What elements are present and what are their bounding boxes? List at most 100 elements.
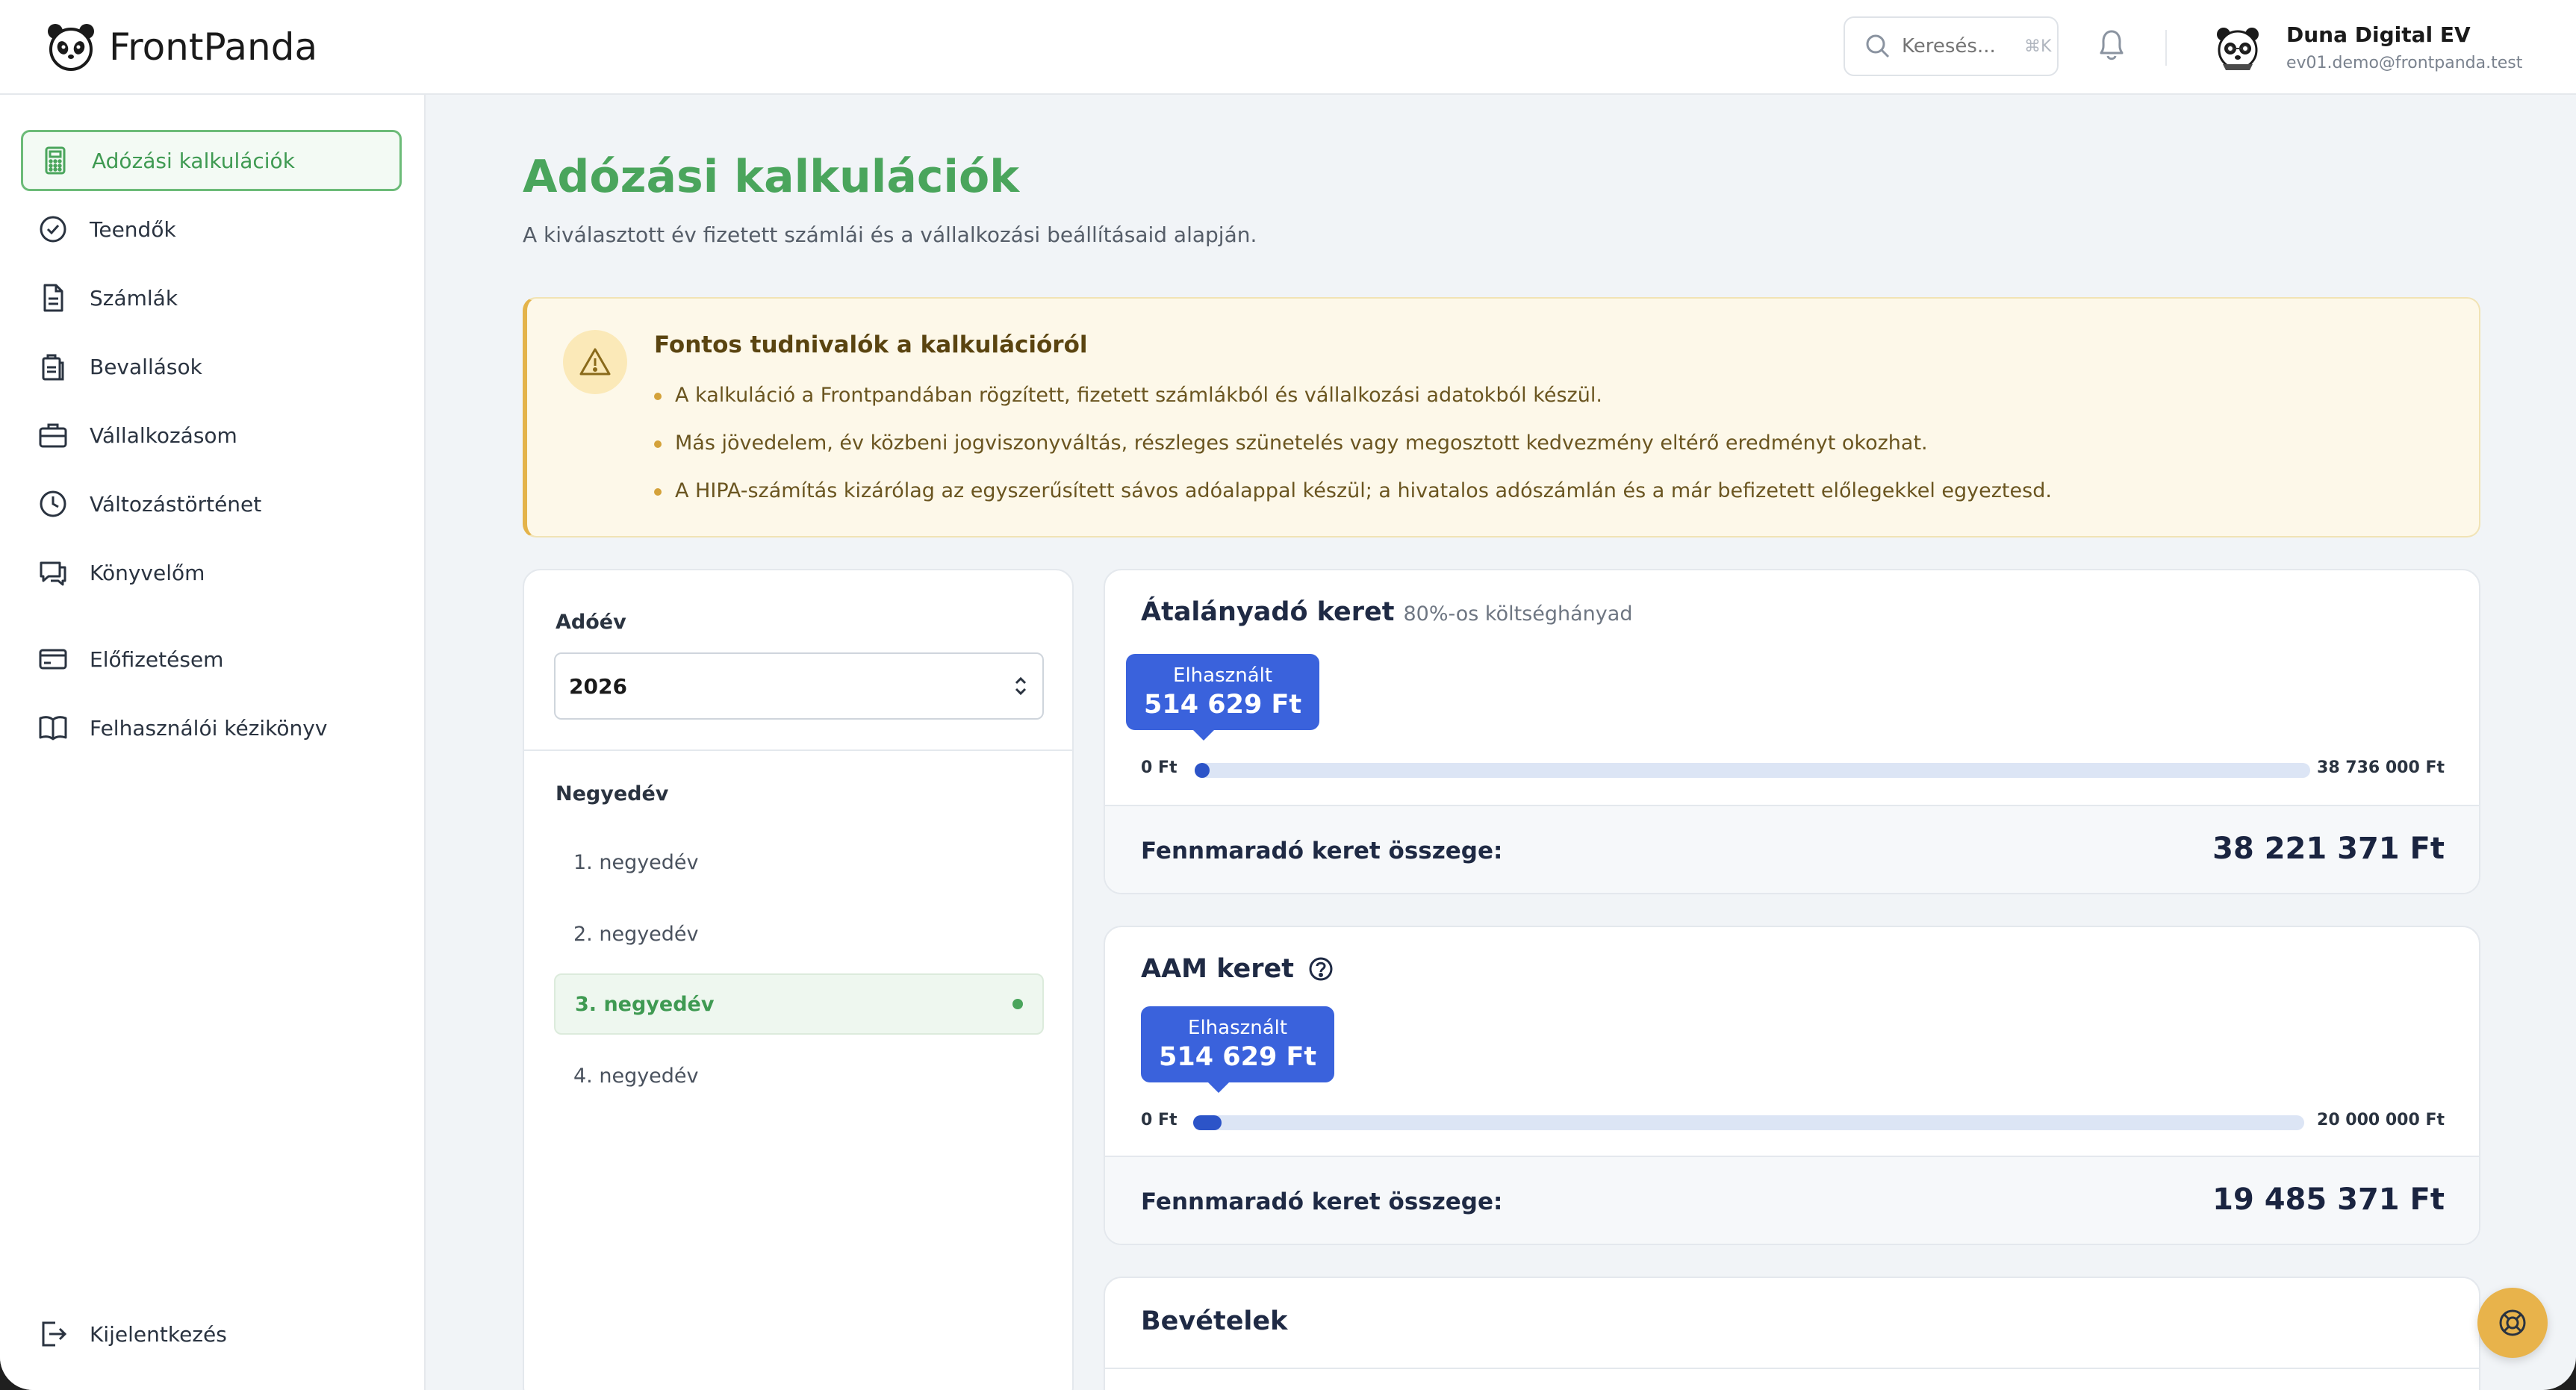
used-tooltip: Elhasznált 514 629 Ft (1126, 654, 1320, 741)
sidebar-item-label: Teendők (90, 216, 176, 242)
card-footer: Fennmaradó keret összege: 19 485 371 Ft (1105, 1156, 2479, 1244)
lifebuoy-icon (2499, 1309, 2526, 1336)
search-input[interactable] (1902, 35, 2014, 57)
page-title: Adózási kalkulációk (523, 151, 1020, 203)
book-icon (39, 716, 67, 741)
document-icon (43, 284, 63, 312)
quarter-option-3[interactable]: 3. negyedév (554, 973, 1044, 1035)
progress-track (1193, 1115, 2304, 1130)
notice-banner: Fontos tudnivalók a kalkulációról A kalk… (523, 297, 2480, 537)
search-shortcut: ⌘K (2024, 37, 2052, 56)
bar-max-label: 38 736 000 Ft (2317, 758, 2445, 777)
logo-text: FrontPanda (109, 25, 318, 69)
sidebar-item-vallalkozasom[interactable]: Vállalkozásom (21, 405, 402, 466)
progress-track (1195, 763, 2310, 778)
card-title: AAM keret (1141, 954, 1334, 984)
card-title-text: AAM keret (1141, 954, 1294, 984)
filter-panel: Adóév 2026 Negyedév 1. negyedév 2. negye… (523, 569, 1074, 1390)
credit-card-icon (39, 649, 67, 670)
year-label: Adóév (556, 611, 626, 634)
quarter-option-1[interactable]: 1. negyedév (554, 832, 1044, 893)
warning-icon (579, 348, 611, 375)
sidebar-item-konyvelom[interactable]: Könyvelőm (21, 542, 402, 603)
notice-item: A HIPA-számítás kizárólag az egyszerűsít… (654, 476, 2052, 524)
quarter-label: Negyedév (556, 782, 669, 805)
search-icon (1866, 34, 1890, 58)
bell-icon[interactable] (2095, 26, 2128, 63)
card-title: Bevételek (1141, 1306, 1288, 1336)
sidebar-item-adozasi-kalkulaciok[interactable]: Adózási kalkulációk (21, 130, 402, 191)
used-value: 514 629 Ft (1144, 690, 1302, 720)
sidebar-item-felhasznaloi-kezikonyv[interactable]: Felhasználói kézikönyv (21, 697, 402, 758)
notice-item: Más jövedelem, év közbeni jogviszonyvált… (654, 428, 2052, 476)
progress-fill (1193, 1115, 1222, 1130)
used-tooltip: Elhasznált 514 629 Ft (1141, 1006, 1335, 1093)
top-header: FrontPanda ⌘K Duna Digital EV (0, 0, 2576, 95)
notice-title: Fontos tudnivalók a kalkulációról (654, 331, 1088, 358)
chat-icon (40, 561, 66, 586)
sidebar-item-valtozastortenet[interactable]: Változástörténet (21, 473, 402, 535)
sidebar-item-teendok[interactable]: Teendők (21, 199, 402, 260)
user-email: ev01.demo@frontpanda.test (2286, 54, 2523, 72)
calculator-icon (45, 146, 66, 175)
clipboard-icon (42, 354, 64, 381)
card-title: Átalányadó keret 80%-os költséghányad (1141, 597, 1632, 627)
card-title-text: Átalányadó keret (1141, 597, 1395, 627)
filter-divider (524, 749, 1072, 751)
sidebar-item-label: Számlák (90, 285, 178, 311)
logout-button[interactable]: Kijelentkezés (21, 1303, 402, 1365)
sidebar-item-elofizetesem[interactable]: Előfizetésem (21, 629, 402, 690)
sidebar-item-szamlak[interactable]: Számlák (21, 267, 402, 328)
sidebar-item-label: Felhasználói kézikönyv (90, 715, 328, 741)
page-subtitle: A kiválasztott év fizetett számlái és a … (523, 222, 1257, 247)
header-divider (2165, 30, 2167, 66)
remaining-label: Fennmaradó keret összege: (1141, 1188, 1503, 1215)
sidebar-item-label: Könyvelőm (90, 560, 205, 585)
card-subtitle: 80%-os költséghányad (1403, 602, 1633, 626)
help-circle-icon[interactable] (1307, 956, 1334, 982)
logo[interactable]: FrontPanda (45, 21, 317, 73)
sidebar-item-label: Változástörténet (90, 491, 262, 517)
bevetelek-card: Bevételek (1104, 1277, 2480, 1390)
used-value: 514 629 Ft (1159, 1042, 1317, 1072)
briefcase-icon (39, 423, 67, 448)
logout-label: Kijelentkezés (90, 1321, 227, 1347)
user-name[interactable]: Duna Digital EV (2286, 22, 2471, 47)
remaining-label: Fennmaradó keret összege: (1141, 838, 1503, 864)
atalanyado-keret-card: Átalányadó keret 80%-os költséghányad Elh… (1104, 569, 2480, 894)
quarter-option-label: 2. negyedév (573, 922, 699, 946)
quarter-option-4[interactable]: 4. negyedév (554, 1045, 1044, 1106)
search-box[interactable]: ⌘K (1844, 16, 2059, 76)
card-divider (1105, 1368, 2479, 1369)
panda-logo-icon (48, 24, 94, 71)
notice-icon-badge (563, 330, 627, 394)
chevron-up-down-icon (1015, 676, 1027, 696)
progress-fill (1195, 763, 1210, 778)
quarter-option-2[interactable]: 2. negyedév (554, 903, 1044, 964)
avatar[interactable] (2214, 24, 2262, 72)
aam-keret-card: AAM keret Elhasznált 514 629 Ft 0 Ft 20 … (1104, 926, 2480, 1245)
bar-min-label: 0 Ft (1141, 1111, 1177, 1129)
sidebar-item-label: Adózási kalkulációk (92, 148, 295, 173)
selected-indicator-dot (1012, 999, 1023, 1009)
bar-max-label: 20 000 000 Ft (2317, 1111, 2445, 1129)
bar-min-label: 0 Ft (1141, 758, 1177, 777)
remaining-value: 19 485 371 Ft (2212, 1182, 2445, 1217)
card-footer: Fennmaradó keret összege: 38 221 371 Ft (1105, 805, 2479, 893)
quarter-option-label: 3. negyedév (575, 992, 715, 1016)
quarter-option-label: 4. negyedév (573, 1064, 699, 1088)
used-label: Elhasznált (1173, 664, 1273, 687)
app-frame: FrontPanda ⌘K Duna Digital EV (0, 0, 2576, 1390)
used-label: Elhasznált (1188, 1017, 1288, 1039)
quarter-option-label: 1. negyedév (573, 850, 699, 874)
notice-item: A kalkuláció a Frontpandában rögzített, … (654, 381, 2052, 428)
help-button[interactable] (2477, 1288, 2548, 1358)
year-select[interactable]: 2026 (554, 652, 1044, 720)
sidebar-item-label: Vállalkozásom (90, 423, 237, 448)
sidebar-item-label: Előfizetésem (90, 646, 224, 672)
sidebar-item-label: Bevallások (90, 354, 202, 379)
logout-icon (42, 1321, 67, 1347)
clock-icon (40, 490, 66, 517)
notice-list: A kalkuláció a Frontpandában rögzített, … (654, 381, 2052, 524)
sidebar-item-bevallasok[interactable]: Bevallások (21, 336, 402, 397)
